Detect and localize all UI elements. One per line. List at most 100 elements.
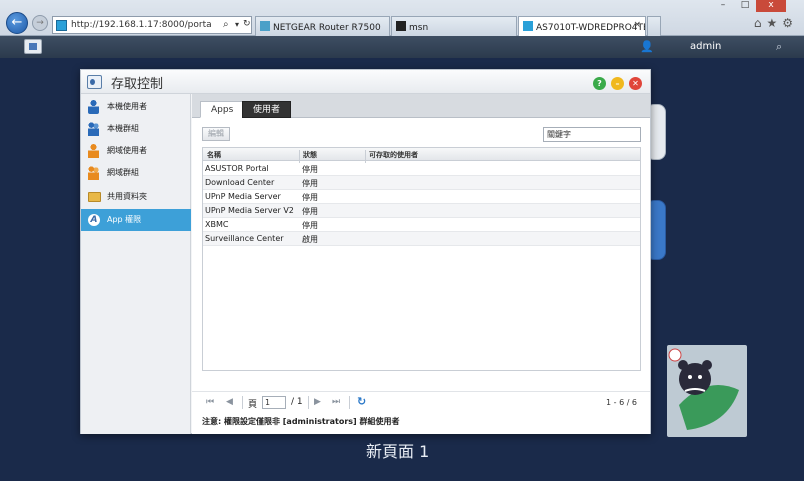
table-header: 名稱 狀態 可存取的使用者	[203, 148, 640, 163]
dialog-title: 存取控制	[111, 77, 164, 92]
refresh-icon[interactable]: ↻	[243, 19, 251, 29]
sidebar-item-domain-users[interactable]: 網域使用者	[81, 140, 191, 162]
edit-button[interactable]: 編輯	[202, 127, 230, 141]
close-button[interactable]: ✕	[629, 77, 642, 90]
page-total: / 1	[291, 397, 303, 407]
watermark-logo	[667, 345, 747, 437]
pagination-bar: ⏮ ◀ 頁 1 / 1 ▶ ⏭ ↻ 1 - 6 / 6	[192, 391, 650, 413]
folder-icon	[88, 192, 101, 202]
page-number-input[interactable]: 1	[262, 396, 286, 409]
adm-home-icon[interactable]	[24, 39, 42, 54]
table-row[interactable]: XBMC 停用	[203, 218, 640, 232]
help-button[interactable]: ?	[593, 77, 606, 90]
tab-netgear[interactable]: NETGEAR Router R7500	[255, 16, 390, 36]
next-page-icon[interactable]: ▶	[314, 397, 321, 407]
tab-msn[interactable]: msn	[391, 16, 517, 36]
page-label: 頁	[248, 400, 258, 410]
row-name: UPnP Media Server	[205, 192, 281, 201]
sidebar-item-label: 網域群組	[107, 168, 139, 177]
table-row[interactable]: UPnP Media Server 停用	[203, 190, 640, 204]
msn-favicon-icon	[396, 21, 406, 31]
minimize-window-button[interactable]: –	[712, 0, 734, 12]
pager-divider	[308, 396, 309, 409]
row-status: 停用	[302, 193, 318, 202]
record-range: 1 - 6 / 6	[606, 398, 638, 407]
close-window-button[interactable]: x	[756, 0, 786, 12]
asustor-favicon-icon	[523, 21, 533, 31]
sidebar-item-app-privileges[interactable]: A App 權限	[81, 209, 191, 231]
minus-icon: –	[615, 79, 620, 88]
forward-button[interactable]: →	[32, 15, 48, 31]
tab-strip: Apps 使用者	[192, 94, 650, 118]
tab-label: msn	[409, 23, 429, 33]
app-icon: A	[88, 214, 100, 226]
table-row[interactable]: Download Center 停用	[203, 176, 640, 190]
address-text[interactable]: http://192.168.1.17:8000/portal/index.cg…	[71, 20, 211, 30]
back-button[interactable]: ←	[6, 12, 28, 34]
adm-taskbar: 👤 admin ⌕	[0, 36, 804, 58]
site-favicon-icon	[56, 20, 67, 31]
user-icon[interactable]: 👤	[640, 40, 654, 54]
arrow-left-icon: ←	[11, 15, 23, 30]
row-status: 停用	[302, 221, 318, 230]
row-status: 停用	[302, 207, 318, 216]
sidebar-item-domain-groups[interactable]: 網域群組	[81, 162, 191, 184]
gear-icon[interactable]: ⚙	[782, 16, 798, 30]
dialog-header: 存取控制 ? – ✕	[81, 70, 650, 94]
person-icon	[88, 100, 99, 114]
new-tab-button[interactable]	[647, 16, 661, 36]
sidebar-item-local-users[interactable]: 本機使用者	[81, 96, 191, 118]
sidebar-item-local-groups[interactable]: 本機群組	[81, 118, 191, 140]
column-header-users[interactable]: 可存取的使用者	[369, 150, 418, 160]
current-user[interactable]: admin	[690, 41, 721, 52]
column-header-status[interactable]: 狀態	[303, 150, 317, 160]
search-icon[interactable]: ⌕	[223, 19, 229, 30]
sidebar-item-label: 本機群組	[107, 124, 139, 133]
netgear-favicon-icon	[260, 21, 270, 31]
browser-toolbar-icons: ⌂★⚙	[754, 16, 798, 30]
main-panel: Apps 使用者 編輯 關鍵字 名稱 狀態 可存取的使用者 ASUSTOR Po…	[192, 94, 650, 434]
prev-page-icon[interactable]: ◀	[226, 397, 233, 407]
chevron-down-icon[interactable]: ▾	[235, 20, 239, 29]
domain-user-icon	[88, 144, 99, 158]
star-icon[interactable]: ★	[766, 16, 782, 30]
access-control-icon	[87, 75, 102, 89]
pager-divider	[349, 396, 350, 409]
row-name: UPnP Media Server V2	[205, 206, 294, 215]
tab-apps[interactable]: Apps	[200, 101, 245, 118]
home-icon[interactable]: ⌂	[754, 16, 767, 30]
tab-users[interactable]: 使用者	[242, 101, 292, 118]
first-page-icon[interactable]: ⏮	[206, 397, 214, 407]
row-name: Surveillance Center	[205, 234, 284, 243]
sidebar-item-label: App 權限	[107, 215, 142, 224]
minimize-button[interactable]: –	[611, 77, 624, 90]
domain-group-icon	[88, 166, 99, 180]
arrow-right-icon: →	[36, 18, 44, 28]
keyword-search-input[interactable]: 關鍵字	[543, 127, 641, 142]
browser-chrome: – □ x ← → http://192.168.1.17:8000/porta…	[0, 0, 804, 37]
sidebar: 本機使用者 本機群組 網域使用者 網域群組 共用資料夾 A App 權限	[81, 94, 191, 434]
restore-window-button[interactable]: □	[734, 0, 756, 12]
row-status: 啟用	[302, 235, 318, 244]
close-tab-icon[interactable]: ×	[633, 20, 641, 30]
row-status: 停用	[302, 165, 318, 174]
table-row[interactable]: Surveillance Center 啟用	[203, 232, 640, 246]
tab-asustor[interactable]: AS7010T-WDREDPRO4TB ×	[518, 16, 646, 37]
table-row[interactable]: UPnP Media Server V2 停用	[203, 204, 640, 218]
search-icon[interactable]: ⌕	[776, 40, 782, 54]
last-page-icon[interactable]: ⏭	[332, 397, 340, 407]
question-icon: ?	[597, 79, 602, 88]
row-name: XBMC	[205, 220, 229, 229]
sidebar-item-shared-folders[interactable]: 共用資料夾	[81, 186, 191, 208]
column-header-name[interactable]: 名稱	[207, 150, 221, 160]
table-row[interactable]: ASUSTOR Portal 停用	[203, 162, 640, 176]
row-name: Download Center	[205, 178, 275, 187]
row-name: ASUSTOR Portal	[205, 164, 269, 173]
refresh-icon[interactable]: ↻	[357, 395, 366, 408]
tab-label: AS7010T-WDREDPRO4TB	[536, 23, 646, 33]
sidebar-item-label: 本機使用者	[107, 102, 147, 111]
pager-divider	[242, 396, 243, 409]
row-status: 停用	[302, 179, 318, 188]
address-bar[interactable]: http://192.168.1.17:8000/portal/index.cg…	[52, 16, 252, 34]
sidebar-item-label: 共用資料夾	[107, 192, 147, 201]
